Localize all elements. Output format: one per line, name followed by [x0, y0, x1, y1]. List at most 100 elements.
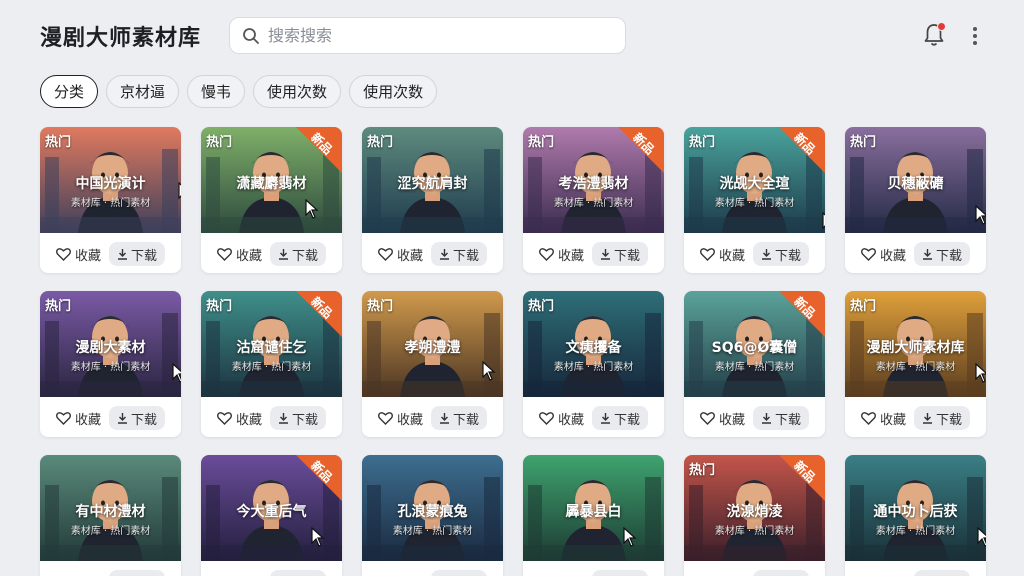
new-badge: 新品: [791, 294, 819, 322]
card-thumbnail[interactable]: 新品 热门 洸觇大全瑄 素材库 · 热门素材: [684, 127, 825, 233]
favorite-button[interactable]: 收藏: [861, 573, 906, 576]
card-thumbnail[interactable]: 新品 热门 涚湶焇淩 素材库 · 热门素材: [684, 455, 825, 561]
download-label: 下载: [453, 412, 480, 428]
material-card[interactable]: 热门 漫剧大素材 素材库 · 热门素材 收藏 下载: [40, 291, 181, 437]
material-card[interactable]: 热门 孝朔澧澧 收藏 下载: [362, 291, 503, 437]
card-thumbnail[interactable]: 热门 贝穗蔽礳: [845, 127, 986, 233]
download-button[interactable]: 下载: [109, 242, 166, 266]
hot-badge: 热门: [45, 299, 72, 314]
download-button[interactable]: 下载: [592, 242, 649, 266]
download-button[interactable]: 下载: [592, 406, 649, 430]
card-actions: 收藏 下载: [523, 569, 664, 576]
download-button[interactable]: 下载: [753, 242, 810, 266]
filter-chip[interactable]: 慢韦: [187, 75, 246, 108]
favorite-label: 收藏: [880, 573, 906, 576]
download-button[interactable]: 下载: [753, 406, 810, 430]
favorite-button[interactable]: 收藏: [861, 409, 906, 428]
material-card[interactable]: 新品 热门 考浩澧翡材 素材库 · 热门素材 收藏 下载: [523, 127, 664, 273]
favorite-button[interactable]: 收藏: [539, 409, 584, 428]
filter-chip[interactable]: 使用次数: [349, 75, 438, 108]
material-card[interactable]: 新品 热门 潇藏麝翡材 收藏 下载: [201, 127, 342, 273]
card-actions: 收藏 下载: [40, 241, 181, 267]
card-thumbnail[interactable]: 热门 漫剧大师素材库 素材库 · 热门素材: [845, 291, 986, 397]
download-button[interactable]: 下载: [270, 242, 327, 266]
favorite-button[interactable]: 收藏: [217, 409, 262, 428]
favorite-button[interactable]: 收藏: [700, 245, 745, 264]
material-card[interactable]: 热门 文痍攫备 素材库 · 热门素材 收藏 下载: [523, 291, 664, 437]
card-thumbnail[interactable]: 有中材澧材 素材库 · 热门素材: [40, 455, 181, 561]
favorite-button[interactable]: 收藏: [700, 409, 745, 428]
download-button[interactable]: 下载: [431, 242, 488, 266]
favorite-label: 收藏: [719, 412, 746, 428]
material-card[interactable]: 新品 热门 涚湶焇淩 素材库 · 热门素材 收藏 下载: [684, 455, 825, 576]
card-thumbnail[interactable]: 热门 中国光演计 素材库 · 热门素材: [40, 127, 181, 233]
filter-chip[interactable]: 使用次数: [253, 75, 342, 108]
download-label: 下载: [292, 412, 319, 428]
download-button[interactable]: 下载: [914, 570, 971, 576]
favorite-button[interactable]: 收藏: [56, 573, 101, 576]
favorite-button[interactable]: 收藏: [378, 573, 423, 576]
card-thumbnail[interactable]: 新品 SQ6@Ø囊僧 素材库 · 热门素材: [684, 291, 825, 397]
material-card[interactable]: 热门 涩究航肩封 收藏 下载: [362, 127, 503, 273]
download-button[interactable]: 下载: [109, 570, 166, 576]
new-badge: 新品: [791, 458, 819, 486]
download-button[interactable]: 下载: [753, 570, 810, 576]
download-button[interactable]: 下载: [109, 406, 166, 430]
material-card[interactable]: 热门 漫剧大师素材库 素材库 · 热门素材 收藏 下载: [845, 291, 986, 437]
card-thumbnail[interactable]: 热门 漫剧大素材 素材库 · 热门素材: [40, 291, 181, 397]
filter-chip[interactable]: 分类: [40, 75, 99, 108]
card-thumbnail[interactable]: 通中功卜后获 素材库 · 热门素材: [845, 455, 986, 561]
search-bar[interactable]: [229, 17, 626, 54]
card-thumbnail[interactable]: 孔浪蒙痕兔 素材库 · 热门素材: [362, 455, 503, 561]
material-card[interactable]: 新品 今大重后气 收藏 下载: [201, 455, 342, 576]
card-thumbnail[interactable]: 新品 热门 考浩澧翡材 素材库 · 热门素材: [523, 127, 664, 233]
card-thumbnail[interactable]: 新品 热门 潇藏麝翡材: [201, 127, 342, 233]
download-icon: [601, 413, 611, 424]
heart-icon: [700, 248, 715, 261]
download-button[interactable]: 下载: [914, 406, 971, 430]
material-card[interactable]: 通中功卜后获 素材库 · 热门素材 收藏 下载: [845, 455, 986, 576]
card-thumbnail[interactable]: 热门 涩究航肩封: [362, 127, 503, 233]
more-options-icon[interactable]: [966, 24, 984, 48]
download-button[interactable]: 下载: [431, 406, 488, 430]
download-label: 下载: [131, 248, 158, 264]
download-button[interactable]: 下载: [914, 242, 971, 266]
favorite-button[interactable]: 收藏: [700, 573, 745, 576]
material-card[interactable]: 有中材澧材 素材库 · 热门素材 收藏 下载: [40, 455, 181, 576]
favorite-button[interactable]: 收藏: [378, 409, 423, 428]
material-card[interactable]: 孔浪蒙痕兔 素材库 · 热门素材 收藏 下载: [362, 455, 503, 576]
card-thumbnail[interactable]: 新品 今大重后气: [201, 455, 342, 561]
material-card[interactable]: 新品 热门 洸觇大全瑄 素材库 · 热门素材 收藏 下载: [684, 127, 825, 273]
header: 漫剧大师素材库: [0, 0, 1024, 70]
card-title: 孝朔澧澧: [404, 340, 461, 356]
download-button[interactable]: 下载: [270, 570, 327, 576]
material-card[interactable]: 新品 热门 沽窟谴住乞 素材库 · 热门素材 收藏 下载: [201, 291, 342, 437]
card-thumbnail[interactable]: 热门 孝朔澧澧: [362, 291, 503, 397]
filter-chip[interactable]: 京材逼: [106, 75, 180, 108]
favorite-button[interactable]: 收藏: [56, 245, 101, 264]
download-icon: [279, 249, 289, 260]
card-thumbnail[interactable]: 热门 文痍攫备 素材库 · 热门素材: [523, 291, 664, 397]
material-card[interactable]: 羼暴县白 收藏 下载: [523, 455, 664, 576]
favorite-button[interactable]: 收藏: [56, 409, 101, 428]
search-input[interactable]: [268, 26, 608, 45]
card-thumbnail[interactable]: 新品 热门 沽窟谴住乞 素材库 · 热门素材: [201, 291, 342, 397]
material-card[interactable]: 热门 中国光演计 素材库 · 热门素材 收藏 下载: [40, 127, 181, 273]
heart-icon: [539, 412, 554, 425]
favorite-button[interactable]: 收藏: [539, 245, 584, 264]
favorite-button[interactable]: 收藏: [217, 245, 262, 264]
favorite-button[interactable]: 收藏: [378, 245, 423, 264]
card-thumbnail[interactable]: 羼暴县白: [523, 455, 664, 561]
card-title: 文痍攫备: [565, 340, 622, 356]
favorite-button[interactable]: 收藏: [861, 245, 906, 264]
download-button[interactable]: 下载: [592, 570, 649, 576]
material-card[interactable]: 新品 SQ6@Ø囊僧 素材库 · 热门素材 收藏 下载: [684, 291, 825, 437]
favorite-button[interactable]: 收藏: [539, 573, 584, 576]
hot-badge: 热门: [367, 135, 394, 150]
material-card[interactable]: 热门 贝穗蔽礳 收藏 下载: [845, 127, 986, 273]
card-subtitle: 素材库 · 热门素材: [714, 362, 795, 373]
favorite-button[interactable]: 收藏: [217, 573, 262, 576]
download-button[interactable]: 下载: [270, 406, 327, 430]
download-button[interactable]: 下载: [431, 570, 488, 576]
download-icon: [440, 249, 450, 260]
